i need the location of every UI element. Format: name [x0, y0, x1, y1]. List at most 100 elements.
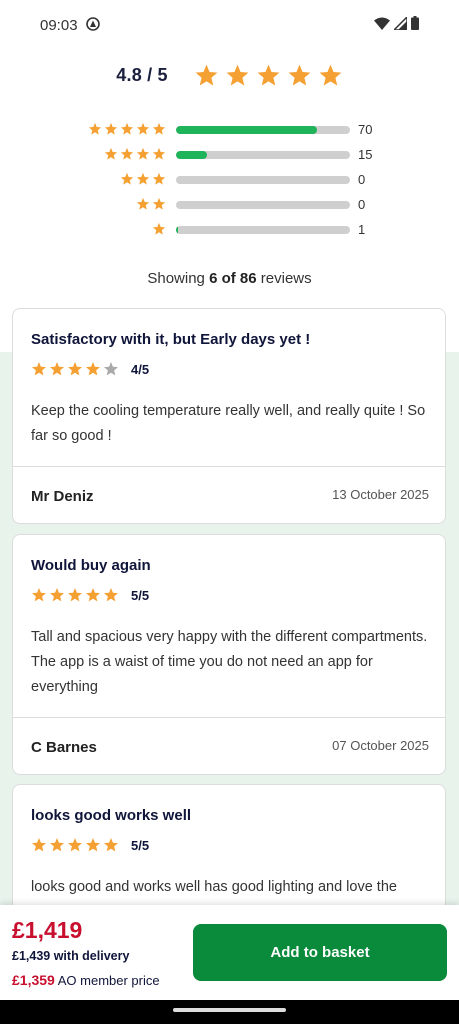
star-icon: [136, 197, 150, 210]
review-body: Tall and spacious very happy with the di…: [31, 629, 428, 695]
review-body: looks good and works well has good light…: [31, 879, 397, 895]
rating-score: 4.8 / 5: [116, 64, 168, 85]
breakdown-stars: [104, 147, 166, 161]
star-icon: [104, 588, 118, 602]
star-icon: [152, 222, 166, 235]
star-icon: [152, 122, 166, 135]
review-card: Would buy again 5/5 Tall and spacious ve…: [12, 534, 446, 775]
star-icon: [68, 362, 82, 376]
star-icon: [68, 838, 82, 852]
breakdown-row-5-star[interactable]: 70: [0, 120, 459, 140]
star-icon: [120, 172, 134, 185]
star-icon: [120, 147, 134, 160]
overall-stars: [194, 63, 343, 88]
showing-suffix: reviews: [260, 270, 312, 287]
star-icon: [195, 64, 218, 85]
star-icon: [104, 147, 118, 160]
member-price-value: £1,359: [12, 972, 55, 988]
review-author: C Barnes: [31, 739, 97, 756]
breakdown-stars: [88, 122, 166, 136]
status-time: 09:03: [40, 17, 78, 34]
star-icon: [104, 362, 118, 376]
breakdown-count: 1: [358, 222, 366, 237]
breakdown-count: 70: [358, 122, 373, 137]
star-icon: [32, 362, 46, 376]
star-icon: [86, 588, 100, 602]
review-title: Satisfactory with it, but Early days yet…: [31, 331, 311, 348]
review-divider: [13, 717, 445, 718]
breakdown-bar: [176, 126, 350, 134]
star-icon: [152, 172, 166, 185]
review-stars: [31, 837, 119, 853]
star-icon: [136, 172, 150, 185]
breakdown-stars: [152, 222, 166, 236]
review-divider: [13, 466, 445, 467]
star-icon: [88, 122, 102, 135]
star-icon: [104, 838, 118, 852]
star-icon: [319, 64, 342, 85]
star-icon: [136, 147, 150, 160]
star-icon: [152, 147, 166, 160]
breakdown-count: 0: [358, 172, 366, 187]
review-title: looks good works well: [31, 807, 192, 824]
review-author: Mr Deniz: [31, 488, 94, 505]
review-date: 13 October 2025: [332, 487, 429, 502]
wifi-icon: [374, 17, 390, 30]
star-icon: [50, 838, 64, 852]
star-icon: [136, 122, 150, 135]
star-icon: [104, 122, 118, 135]
review-body: Keep the cooling temperature really well…: [31, 403, 426, 444]
battery-icon: [411, 16, 419, 30]
review-rating: 4/5: [31, 361, 149, 377]
overall-rating: 4.8 / 5: [0, 58, 459, 92]
showing-shown: 6 of 86: [209, 270, 257, 287]
review-title: Would buy again: [31, 557, 151, 574]
add-to-basket-button[interactable]: Add to basket: [193, 924, 447, 981]
star-icon: [86, 838, 100, 852]
breakdown-row-2-star[interactable]: 0: [0, 195, 459, 215]
star-icon: [32, 588, 46, 602]
star-icon: [50, 362, 64, 376]
star-icon: [152, 197, 166, 210]
star-icon: [257, 64, 280, 85]
showing-prefix: Showing: [147, 270, 205, 287]
star-icon: [50, 588, 64, 602]
review-card: Satisfactory with it, but Early days yet…: [12, 308, 446, 524]
breakdown-row-3-star[interactable]: 0: [0, 170, 459, 190]
breakdown-row-1-star[interactable]: 1: [0, 220, 459, 240]
breakdown-count: 0: [358, 197, 366, 212]
star-icon: [68, 588, 82, 602]
member-price: £1,359 AO member price: [12, 972, 160, 988]
star-icon: [120, 122, 134, 135]
status-icons: [374, 16, 419, 30]
delivery-price: £1,439 with delivery: [12, 949, 130, 963]
star-icon: [288, 64, 311, 85]
review-rating-label: 4/5: [131, 361, 150, 377]
home-gesture-handle[interactable]: [173, 1008, 286, 1012]
member-price-label: AO member price: [57, 973, 160, 988]
review-date: 07 October 2025: [332, 738, 429, 753]
review-stars: [31, 587, 119, 603]
breakdown-bar: [176, 201, 350, 209]
review-rating: 5/5: [31, 837, 149, 853]
breakdown-stars: [120, 172, 166, 186]
breakdown-bar: [176, 226, 350, 234]
review-rating: 5/5: [31, 587, 149, 603]
breakdown-bar-fill: [176, 151, 208, 159]
app-notification-icon: [86, 17, 100, 31]
star-icon: [32, 838, 46, 852]
signal-icon: [394, 16, 407, 30]
purchase-bar: £1,419 £1,439 with delivery £1,359 AO me…: [0, 905, 459, 1001]
navigation-bar: [0, 1000, 459, 1024]
breakdown-bar: [176, 151, 350, 159]
status-bar: 09:03: [0, 0, 459, 52]
breakdown-bar: [176, 176, 350, 184]
review-stars: [31, 361, 119, 377]
star-icon: [226, 64, 249, 85]
breakdown-row-4-star[interactable]: 15: [0, 145, 459, 165]
price: £1,419: [12, 917, 83, 943]
review-rating-label: 5/5: [131, 587, 150, 603]
showing-count: Showing 6 of 86 reviews: [0, 270, 459, 287]
star-icon: [86, 362, 100, 376]
breakdown-bar-fill: [176, 226, 179, 234]
